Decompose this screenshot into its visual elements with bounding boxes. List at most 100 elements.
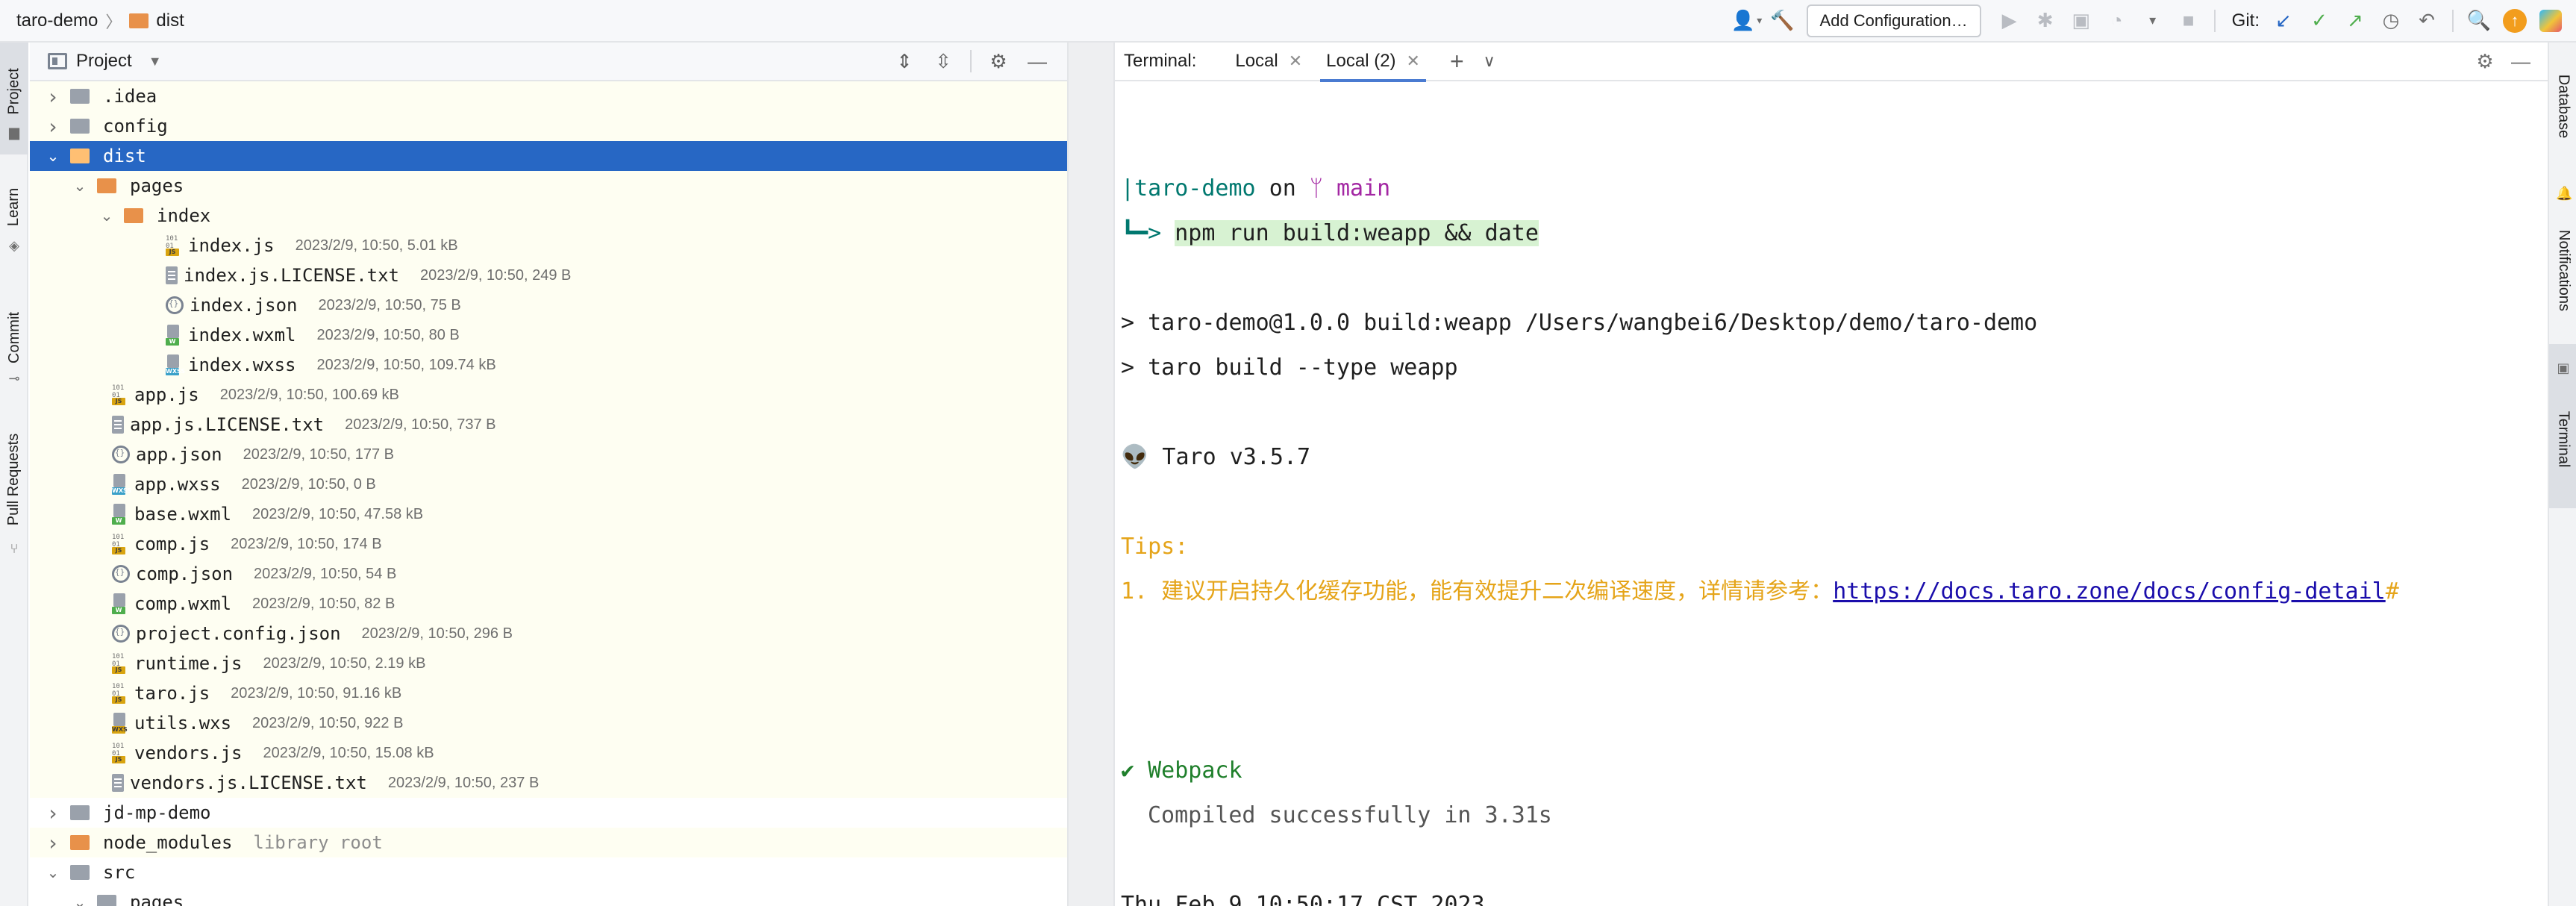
breadcrumb-project[interactable]: taro-demo <box>16 10 98 31</box>
tree-row[interactable]: ⌄ pages <box>30 887 1067 906</box>
chevron-right-icon[interactable]: › <box>43 84 63 109</box>
chevron-right-icon[interactable]: › <box>43 831 63 855</box>
tree-row[interactable]: › jd-mp-demo <box>30 798 1067 828</box>
tree-row[interactable]: ⌄ index <box>30 201 1067 231</box>
tree-row[interactable]: 101 01 JS index.js 2023/2/9, 10:50, 5.01 kB <box>30 231 1067 260</box>
tree-row[interactable]: 101 01 JS vendors.js 2023/2/9, 10:50, 15.08 … <box>30 738 1067 768</box>
debug-icon[interactable]: ✱ <box>2031 6 2060 36</box>
tree-row[interactable]: WXSS index.wxss 2023/2/9, 10:50, 109.74 kB <box>30 350 1067 380</box>
tip-link[interactable]: https://docs.taro.zone/docs/config-detai… <box>1833 578 2386 604</box>
run-icon[interactable]: ▶ <box>1995 6 2025 36</box>
stop-icon[interactable]: ■ <box>2174 6 2204 36</box>
tree-row[interactable]: vendors.js.LICENSE.txt 2023/2/9, 10:50, 2… <box>30 768 1067 798</box>
tip-number: 1. <box>1121 578 1148 604</box>
tree-row[interactable]: app.json 2023/2/9, 10:50, 177 B <box>30 440 1067 469</box>
tree-item-name: vendors.js.LICENSE.txt <box>130 772 367 793</box>
tree-item-name: app.wxss <box>134 474 221 495</box>
project-window-icon <box>48 53 67 69</box>
right-tool-strip: Database 🔔 Notifications ▣ Terminal <box>2548 43 2576 906</box>
chevron-right-icon[interactable]: › <box>43 801 63 825</box>
tool-tab-label: Terminal <box>2555 410 2572 467</box>
tree-row[interactable]: index.js.LICENSE.txt 2023/2/9, 10:50, 249… <box>30 260 1067 290</box>
git-history-icon[interactable]: ◷ <box>2376 6 2406 36</box>
tree-row[interactable]: ⌄ pages <box>30 171 1067 201</box>
chevron-right-icon[interactable]: › <box>43 114 63 139</box>
chevron-down-icon[interactable]: ⌄ <box>43 147 63 165</box>
tree-row[interactable]: Wcomp.wxml 2023/2/9, 10:50, 82 B <box>30 589 1067 619</box>
git-update-icon[interactable]: ↙ <box>2269 6 2298 36</box>
chevron-down-icon[interactable]: ⌄ <box>43 863 63 881</box>
tree-row[interactable]: ⌄ dist <box>30 141 1067 171</box>
terminal-tab-local[interactable]: Local ✕ <box>1223 43 1314 81</box>
tool-tab-commit[interactable]: Commit <box>0 296 28 378</box>
chevron-down-icon[interactable]: ⌄ <box>97 207 116 225</box>
json-file-icon <box>112 565 130 583</box>
git-rollback-icon[interactable]: ↶ <box>2412 6 2442 36</box>
js-file-icon: 101 01 JS <box>112 683 125 704</box>
text-file-icon <box>112 416 124 434</box>
tree-row[interactable]: project.config.json 2023/2/9, 10:50, 296 … <box>30 619 1067 649</box>
update-icon[interactable]: ↑ <box>2500 6 2530 36</box>
user-icon[interactable]: 👤 ▾ <box>1731 6 1762 36</box>
tool-tab-notifications[interactable]: Notifications <box>2549 207 2576 334</box>
tree-row[interactable]: index.json 2023/2/9, 10:50, 75 B <box>30 290 1067 320</box>
new-tab-plus-icon[interactable]: + <box>1450 48 1464 75</box>
prompt-on: on <box>1269 175 1296 201</box>
tree-item-name: app.json <box>136 444 222 465</box>
git-commit-icon[interactable]: ✓ <box>2304 6 2334 36</box>
git-push-icon[interactable]: ↗ <box>2340 6 2370 36</box>
tree-row[interactable]: › node_modules library root <box>30 828 1067 857</box>
close-icon[interactable]: ✕ <box>1407 51 1420 71</box>
tree-row[interactable]: WXSS app.wxss 2023/2/9, 10:50, 0 B <box>30 469 1067 499</box>
expand-all-icon[interactable]: ⇕ <box>890 46 919 76</box>
coverage-icon[interactable]: ▣ <box>2066 6 2096 36</box>
search-icon[interactable]: 🔍 <box>2464 6 2494 36</box>
add-configuration-button[interactable]: Add Configuration… <box>1806 4 1981 37</box>
jetbrains-logo-icon[interactable] <box>2536 6 2566 36</box>
chevron-down-icon[interactable]: ⌄ <box>70 177 90 195</box>
profile-icon[interactable]: ◔ <box>2102 6 2132 36</box>
tool-tab-database[interactable]: Database <box>2549 57 2576 154</box>
close-icon[interactable]: ✕ <box>1289 51 1302 71</box>
chevron-down-icon[interactable]: ∨ <box>1484 51 1495 71</box>
tool-tab-terminal[interactable]: Terminal <box>2549 383 2576 495</box>
tree-row[interactable]: Wbase.wxml 2023/2/9, 10:50, 47.58 kB <box>30 499 1067 529</box>
tree-item-name: index.wxml <box>188 325 296 346</box>
collapse-all-icon[interactable]: ⇳ <box>928 46 958 76</box>
tree-row[interactable]: comp.json 2023/2/9, 10:50, 54 B <box>30 559 1067 589</box>
tree-row[interactable]: › config <box>30 111 1067 141</box>
tree-row[interactable]: 101 01 JS taro.js 2023/2/9, 10:50, 91.16 kB <box>30 678 1067 708</box>
json-file-icon <box>166 296 184 314</box>
terminal-tab-local-2[interactable]: Local (2) ✕ <box>1314 43 1432 82</box>
more-run-options-icon[interactable]: ▾ <box>2138 6 2168 36</box>
minimize-icon[interactable]: — <box>2506 46 2536 76</box>
tree-item-name: index.js <box>188 235 275 256</box>
tool-tab-learn[interactable]: Learn <box>0 169 28 244</box>
tree-item-name: vendors.js <box>134 743 243 763</box>
tree-row[interactable]: 101 01 JS app.js 2023/2/9, 10:50, 100.69 kB <box>30 380 1067 410</box>
tree-row[interactable]: WXS utils.wxs 2023/2/9, 10:50, 922 B <box>30 708 1067 738</box>
tool-tab-label: Notifications <box>2555 229 2572 311</box>
panel-splitter[interactable] <box>1067 43 1115 906</box>
tree-row[interactable]: 101 01 JS runtime.js 2023/2/9, 10:50, 2.19 k… <box>30 649 1067 678</box>
chevron-down-icon[interactable]: ▼ <box>149 54 162 69</box>
file-meta: 2023/2/9, 10:50, 15.08 kB <box>263 744 434 761</box>
chevron-down-icon[interactable]: ⌄ <box>70 893 90 906</box>
build-hammer-icon[interactable]: 🔨 <box>1768 6 1798 36</box>
tool-tab-project[interactable]: Project <box>0 50 28 132</box>
text-file-icon <box>166 266 178 284</box>
gear-icon[interactable]: ⚙ <box>2470 46 2500 76</box>
tree-row[interactable]: ⌄ src <box>30 857 1067 887</box>
tree-row[interactable]: app.js.LICENSE.txt 2023/2/9, 10:50, 737 B <box>30 410 1067 440</box>
tool-tab-pull-requests[interactable]: Pull Requests <box>0 416 28 543</box>
tree-row[interactable]: Windex.wxml 2023/2/9, 10:50, 80 B <box>30 320 1067 350</box>
gear-icon[interactable]: ⚙ <box>984 46 1013 76</box>
tree-row[interactable]: › .idea <box>30 81 1067 111</box>
tree-item-name: jd-mp-demo <box>103 802 211 823</box>
project-panel-title[interactable]: Project <box>76 51 132 72</box>
minimize-icon[interactable]: — <box>1022 46 1052 76</box>
file-meta: 2023/2/9, 10:50, 174 B <box>231 535 382 552</box>
wxs-file-icon: WXS <box>112 713 128 734</box>
breadcrumb-folder[interactable]: dist <box>156 10 184 31</box>
tree-row[interactable]: 101 01 JS comp.js 2023/2/9, 10:50, 174 B <box>30 529 1067 559</box>
